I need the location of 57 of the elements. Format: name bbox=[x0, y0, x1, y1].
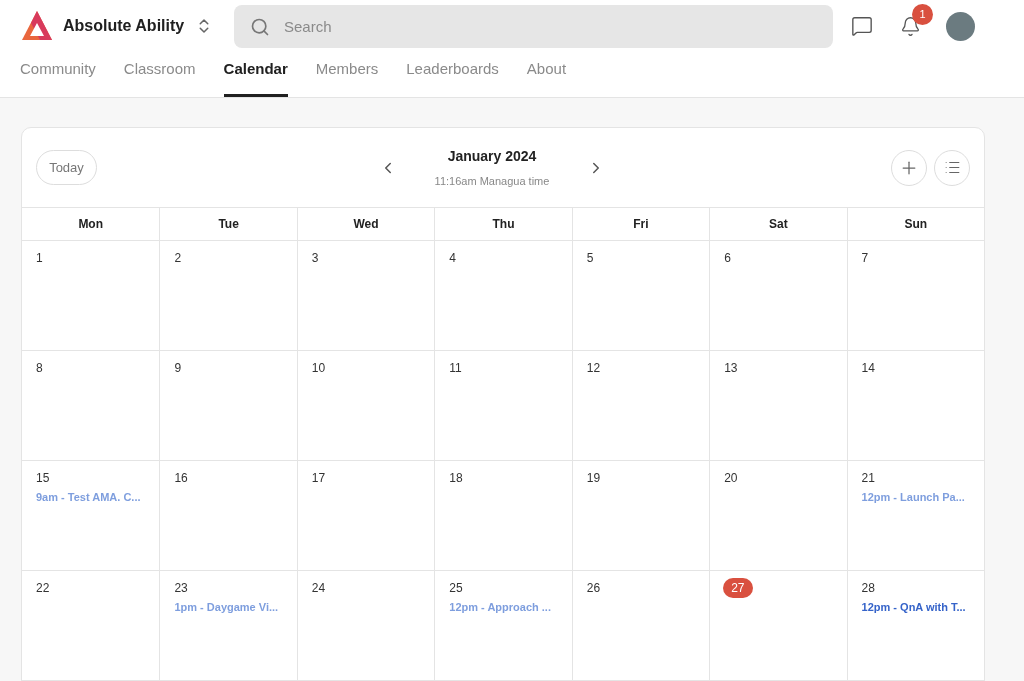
nav-tab[interactable]: Classroom bbox=[123, 52, 196, 97]
notifications-icon[interactable] bbox=[900, 15, 921, 37]
event-link[interactable]: 12pm - Launch Pa... bbox=[861, 489, 965, 506]
day-number: 14 bbox=[861, 360, 875, 377]
day-number: 22 bbox=[36, 580, 50, 597]
day-number: 28 bbox=[861, 580, 875, 597]
day-number: 13 bbox=[724, 360, 738, 377]
day-number: 15 bbox=[36, 470, 50, 487]
day-number: 7 bbox=[861, 250, 869, 267]
day-number: 5 bbox=[586, 250, 594, 267]
weekday-header: Fri bbox=[633, 216, 649, 233]
avatar[interactable] bbox=[946, 11, 975, 41]
community-name: Absolute Ability bbox=[63, 16, 186, 36]
nav-tab[interactable]: Calendar bbox=[223, 52, 288, 97]
day-number: 20 bbox=[724, 470, 738, 487]
day-number: 8 bbox=[36, 360, 43, 377]
notification-count: 1 bbox=[912, 3, 933, 25]
local-time: 11:16am Managua time bbox=[434, 173, 550, 189]
nav-tab[interactable]: Members bbox=[315, 52, 379, 97]
nav-tab[interactable]: Leaderboards bbox=[406, 52, 499, 97]
day-number: 4 bbox=[449, 250, 456, 267]
search-icon bbox=[250, 16, 270, 37]
list-icon bbox=[943, 159, 961, 176]
weekday-header: Sun bbox=[904, 216, 928, 233]
day-number: 9 bbox=[174, 360, 182, 377]
day-number: 21 bbox=[861, 470, 875, 487]
day-number: 11 bbox=[449, 360, 462, 377]
day-number: 1 bbox=[36, 250, 43, 267]
day-number: 18 bbox=[449, 470, 463, 487]
month-title: January 2024 bbox=[447, 146, 537, 166]
day-number: 2 bbox=[174, 250, 182, 267]
day-number: 10 bbox=[311, 360, 326, 377]
weekday-header: Wed bbox=[353, 216, 379, 233]
day-number: 16 bbox=[174, 470, 188, 487]
logo-icon bbox=[20, 9, 54, 43]
search-field[interactable]: Search bbox=[234, 4, 833, 48]
weekday-header: Thu bbox=[492, 216, 515, 233]
day-number: 23 bbox=[174, 580, 188, 597]
nav-tab[interactable]: Community bbox=[20, 52, 96, 97]
day-number: 26 bbox=[586, 580, 601, 597]
event-link[interactable]: 9am - Test AMA. C... bbox=[36, 489, 141, 506]
event-link[interactable]: 12pm - QnA with T... bbox=[861, 599, 966, 616]
day-number: 6 bbox=[724, 250, 731, 267]
day-number: 19 bbox=[586, 470, 601, 487]
weekday-header: Sat bbox=[769, 216, 788, 233]
nav-tab[interactable]: About bbox=[526, 52, 567, 97]
chat-icon[interactable] bbox=[851, 15, 873, 37]
weekday-header: Mon bbox=[78, 216, 104, 233]
weekday-header: Tue bbox=[218, 216, 239, 233]
event-link[interactable]: 1pm - Daygame Vi... bbox=[174, 599, 279, 616]
day-number: 24 bbox=[311, 580, 326, 597]
day-number: 3 bbox=[311, 250, 319, 267]
event-link[interactable]: 12pm - Approach ... bbox=[449, 599, 551, 616]
day-number: 27 bbox=[723, 578, 753, 598]
day-number: 12 bbox=[586, 360, 601, 377]
day-number: 17 bbox=[311, 470, 326, 487]
day-number: 25 bbox=[449, 580, 463, 597]
